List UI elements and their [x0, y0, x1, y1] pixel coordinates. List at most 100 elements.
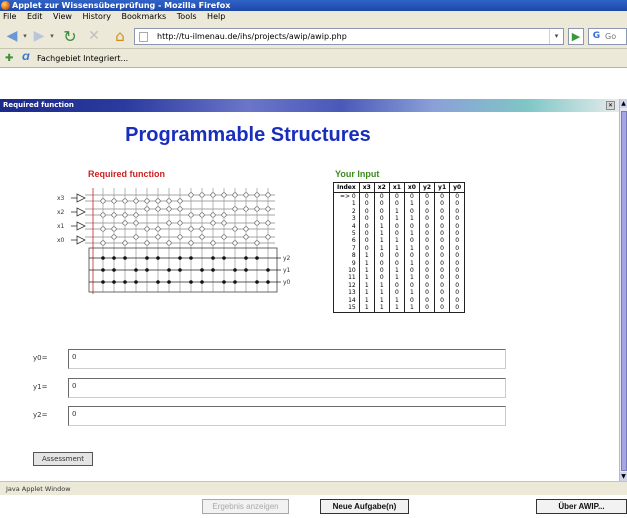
show-result-button[interactable]: Ergebnis anzeigen: [202, 499, 289, 514]
table-row[interactable]: 40100000: [333, 222, 465, 231]
url-dropdown-icon[interactable]: ▾: [549, 29, 563, 44]
y1-input[interactable]: 0: [68, 378, 506, 398]
table-cell: 1: [358, 296, 375, 305]
table-cell: 0: [434, 304, 450, 312]
assessment-button[interactable]: Assessment: [33, 452, 93, 466]
y2-label: y2=: [33, 411, 48, 419]
menu-help[interactable]: Help: [203, 11, 229, 23]
or-crosspoint: [123, 256, 127, 260]
or-crosspoint: [189, 280, 193, 284]
and-crosspoint: [166, 206, 172, 212]
table-cell: 0: [418, 244, 435, 253]
page-icon: [139, 32, 148, 42]
table-header-cell: y1: [434, 182, 450, 193]
y0-input[interactable]: 0: [68, 349, 506, 369]
table-row[interactable]: => 00000000: [333, 192, 465, 201]
and-crosspoint: [133, 212, 139, 218]
menu-view[interactable]: View: [49, 11, 76, 23]
table-cell: 1: [358, 259, 375, 268]
table-row[interactable]: 70111000: [333, 244, 465, 253]
and-crosspoint: [133, 220, 139, 226]
scroll-thumb[interactable]: [621, 111, 627, 471]
table-cell: 0: [449, 237, 465, 245]
table-row[interactable]: 91001000: [333, 259, 465, 268]
stop-icon[interactable]: ✕: [85, 27, 103, 45]
table-cell: 0: [403, 281, 420, 290]
pla-input-label: x0: [57, 237, 65, 244]
google-icon[interactable]: G: [591, 31, 602, 42]
table-row[interactable]: 11 1 0 1 1 0 0 0: [333, 274, 465, 282]
about-button[interactable]: Über AWIP...: [536, 499, 627, 514]
table-body: => 0000000010001000200100003001100040100…: [333, 192, 465, 312]
menu-bookmarks[interactable]: Bookmarks: [118, 11, 171, 23]
table-cell: 0: [434, 296, 450, 305]
search-box[interactable]: G Go: [588, 28, 627, 45]
table-cell: 0: [434, 215, 450, 223]
vertical-scrollbar[interactable]: ▲ ▼: [619, 99, 627, 481]
table-cell: 0: [418, 237, 435, 245]
table-cell: 1: [358, 274, 375, 282]
or-crosspoint: [167, 280, 171, 284]
table-cell: 0: [418, 207, 435, 216]
back-icon[interactable]: ◀: [3, 27, 21, 45]
table-cell: 0: [418, 215, 435, 223]
table-cell: 1: [358, 289, 375, 297]
reload-icon[interactable]: ↻: [60, 27, 80, 46]
equation-row-y1: y1= 0: [0, 378, 520, 398]
table-cell: 11: [333, 274, 360, 282]
table-row[interactable]: 20010000: [333, 207, 465, 216]
menu-file[interactable]: File: [0, 11, 20, 23]
table-header-cell: x3: [358, 182, 375, 193]
or-crosspoint: [189, 256, 193, 260]
table-row[interactable]: 81000000: [333, 252, 465, 260]
table-cell: => 0: [333, 192, 360, 201]
and-crosspoint: [254, 220, 260, 226]
table-cell: 0: [434, 289, 450, 297]
and-crosspoint: [122, 198, 128, 204]
table-cell: 0: [358, 244, 375, 253]
menu-edit[interactable]: Edit: [23, 11, 47, 23]
forward-icon[interactable]: ▶: [30, 27, 48, 45]
table-cell: 1: [388, 237, 405, 245]
forward-dropdown-icon[interactable]: ▾: [48, 27, 56, 45]
table-row[interactable]: 50101000: [333, 230, 465, 238]
table-row[interactable]: 13 1 1 0 1 0 0 0: [333, 289, 465, 297]
table-header-cell: y2: [418, 182, 435, 193]
back-dropdown-icon[interactable]: ▾: [21, 27, 29, 45]
applet-close-icon[interactable]: ✕: [606, 101, 615, 110]
table-row[interactable]: 60110000: [333, 237, 465, 245]
home-icon[interactable]: ⌂: [110, 27, 130, 45]
url-bar[interactable]: http://tu-ilmenau.de/ihs/projects/awip/a…: [134, 28, 564, 45]
go-icon[interactable]: ▶: [568, 28, 584, 45]
table-row[interactable]: 14 1 1 1 0 0 0 0: [333, 296, 465, 305]
table-row[interactable]: 10001000: [333, 200, 465, 208]
menu-tools[interactable]: Tools: [173, 11, 201, 23]
menu-history[interactable]: History: [79, 11, 115, 23]
table-row[interactable]: 10 1 0 1 0 0 0 0: [333, 267, 465, 275]
tab-label[interactable]: Fachgebiet Integriert...: [37, 49, 128, 68]
and-crosspoint: [166, 198, 172, 204]
table-row[interactable]: 30011000: [333, 215, 465, 223]
table-cell: 1: [403, 304, 420, 312]
table-cell: 5: [333, 230, 360, 238]
scroll-down-icon[interactable]: ▼: [620, 472, 627, 481]
table-cell: 0: [388, 259, 405, 268]
table-row[interactable]: 15 1 1 1 1 0 0 0: [333, 304, 465, 312]
your-input-label: Your Input: [335, 169, 380, 179]
table-cell: 0: [434, 259, 450, 268]
new-task-button[interactable]: Neue Aufgabe(n): [320, 499, 409, 514]
or-crosspoint: [112, 280, 116, 284]
table-cell: 4: [333, 222, 360, 231]
table-cell: 0: [434, 230, 450, 238]
scroll-up-icon[interactable]: ▲: [620, 99, 627, 108]
table-row[interactable]: 12 1 1 0 0 0 0 0: [333, 281, 465, 290]
table-cell: 0: [418, 267, 435, 275]
and-crosspoint: [265, 234, 271, 240]
table-cell: 0: [449, 281, 465, 290]
new-tab-icon[interactable]: ✚: [5, 54, 15, 64]
table-cell: 0: [434, 222, 450, 231]
pla-input-label: x1: [57, 223, 65, 230]
y0-label: y0=: [33, 354, 48, 362]
y2-input[interactable]: 0: [68, 406, 506, 426]
and-crosspoint: [177, 206, 183, 212]
